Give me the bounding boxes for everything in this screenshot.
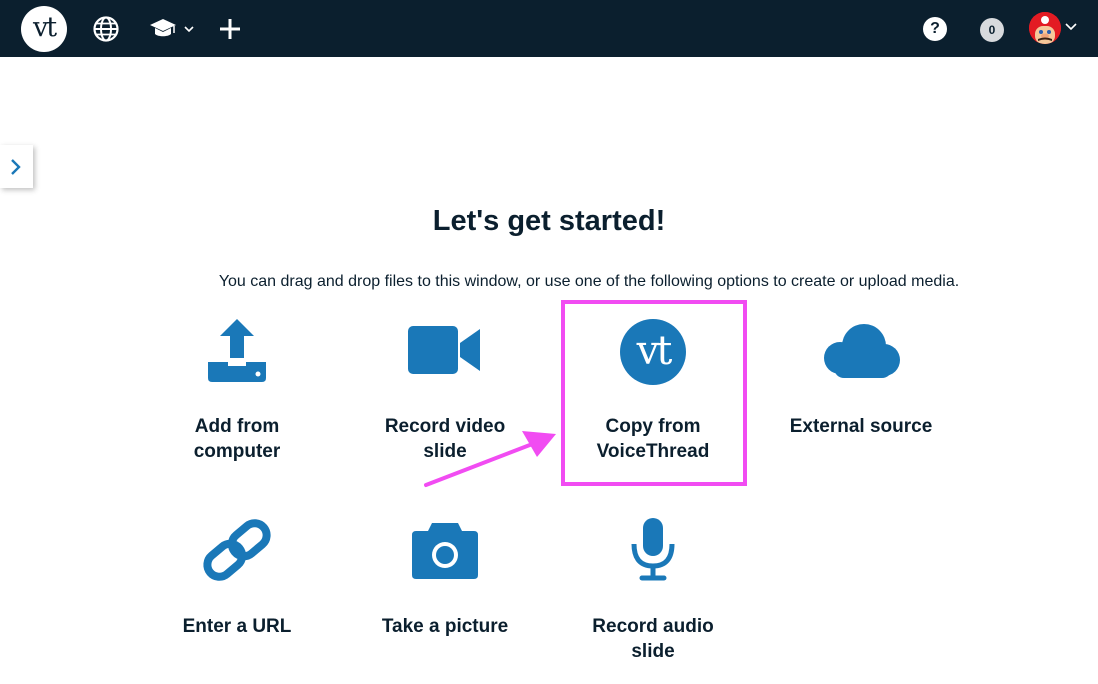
upload-icon (208, 319, 266, 382)
notification-badge[interactable]: 0 (980, 18, 1004, 42)
help-icon[interactable]: ? (923, 17, 947, 41)
page-subtitle: You can drag and drop files to this wind… (218, 273, 960, 290)
avatar (1029, 12, 1061, 44)
take-picture-option[interactable]: Take a picture (355, 516, 535, 656)
top-navigation-bar: vt ? 0 (0, 0, 1098, 57)
option-label: Enter a URL (182, 616, 292, 637)
enter-url-option[interactable]: Enter a URL (147, 516, 327, 656)
chevron-down-icon (1065, 23, 1077, 31)
option-label: External source (789, 416, 933, 437)
external-source-option[interactable]: External source (771, 316, 951, 456)
page-title: Let's get started! (432, 205, 666, 237)
voicethread-logo[interactable]: vt (21, 6, 67, 52)
cloud-icon (824, 324, 900, 378)
user-menu[interactable] (1029, 12, 1081, 46)
chevron-right-icon (11, 159, 21, 175)
record-audio-slide-option[interactable]: Record audio slide (563, 516, 743, 662)
camera-icon (412, 523, 478, 579)
link-icon (203, 519, 271, 581)
graduation-cap-icon[interactable] (149, 16, 197, 42)
microphone-icon (631, 518, 675, 581)
annotation-highlight-box (561, 300, 747, 486)
option-label: Record audio slide (592, 616, 714, 662)
option-label: Add from computer (193, 416, 281, 462)
video-camera-icon (408, 326, 480, 374)
option-label: Take a picture (381, 616, 509, 637)
globe-icon[interactable] (93, 16, 119, 42)
add-from-computer-option[interactable]: Add from computer (147, 316, 327, 462)
annotation-arrow (424, 431, 556, 487)
sidebar-toggle-button[interactable] (0, 145, 33, 188)
plus-icon[interactable] (218, 17, 242, 41)
